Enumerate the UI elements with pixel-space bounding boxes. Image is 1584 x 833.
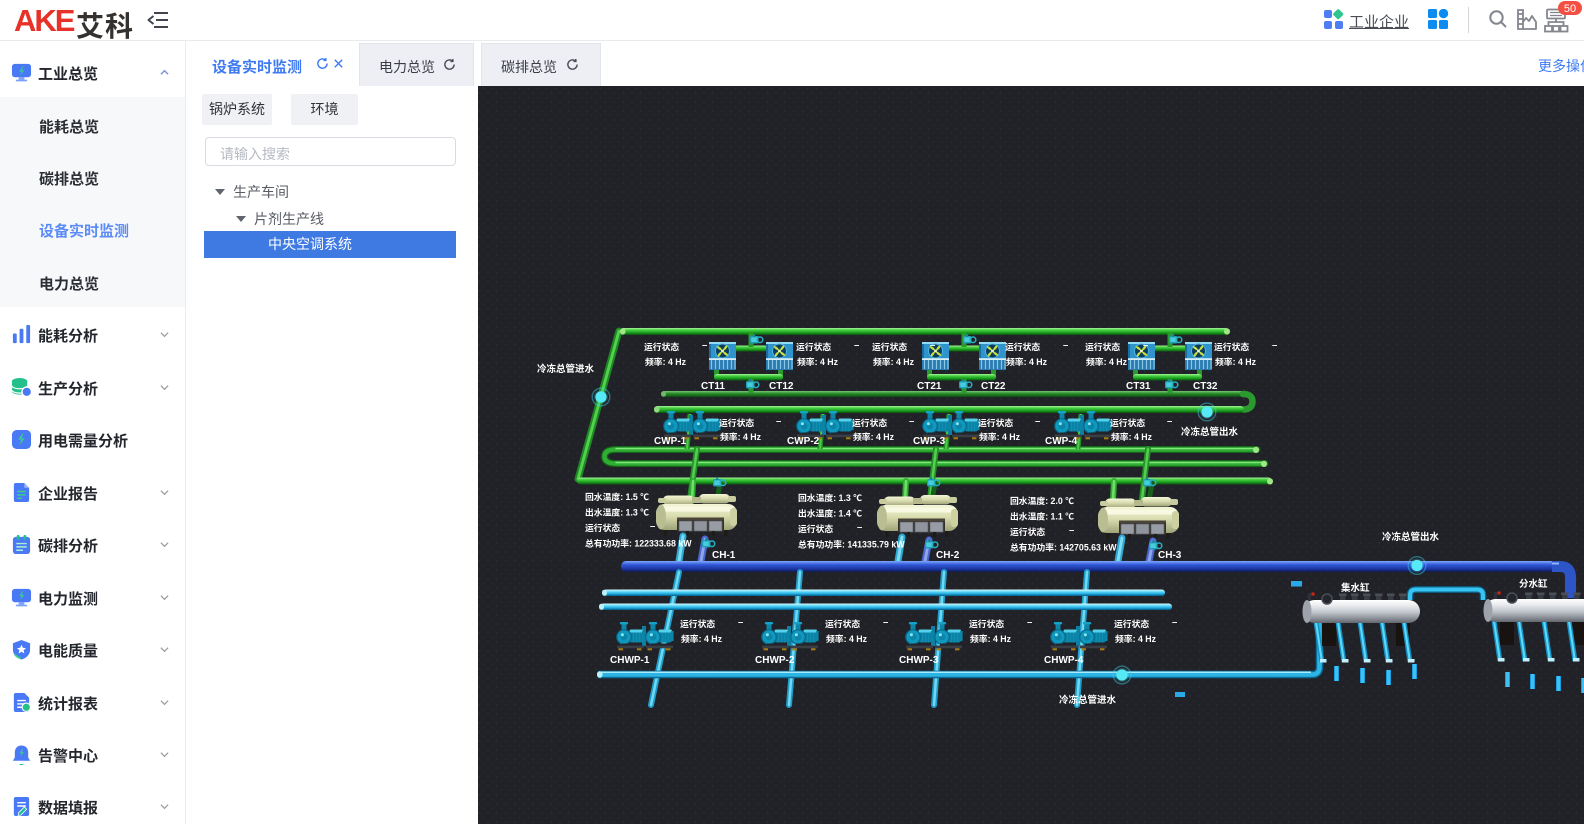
svg-text:–: – [650, 518, 655, 532]
svg-text:频率: 4 Hz: 频率: 4 Hz [853, 430, 895, 443]
svg-text:运行状态: 运行状态 [825, 617, 860, 630]
svg-text:CT32: CT32 [1193, 377, 1218, 392]
svg-text:运行状态: 运行状态 [969, 617, 1004, 630]
svg-text:频率: 4 Hz: 频率: 4 Hz [1215, 355, 1257, 368]
svg-text:运行状态: 运行状态 [585, 521, 620, 534]
svg-text:频率: 4 Hz: 频率: 4 Hz [1086, 355, 1128, 368]
svg-text:频率: 4 Hz: 频率: 4 Hz [681, 632, 723, 645]
svg-text:CWP-3: CWP-3 [913, 432, 946, 447]
svg-text:频率: 4 Hz: 频率: 4 Hz [797, 355, 839, 368]
svg-text:–: – [738, 614, 743, 628]
svg-text:频率: 4 Hz: 频率: 4 Hz [1111, 430, 1153, 443]
svg-text:运行状态: 运行状态 [1085, 340, 1120, 353]
svg-text:–: – [854, 337, 859, 351]
svg-text:CHWP-2: CHWP-2 [755, 651, 795, 666]
svg-text:–: – [930, 337, 935, 351]
svg-text:频率: 4 Hz: 频率: 4 Hz [645, 355, 687, 368]
svg-text:冷冻总管进水: 冷冻总管进水 [537, 361, 595, 375]
svg-text:CWP-4: CWP-4 [1045, 432, 1078, 447]
svg-text:CT11: CT11 [701, 377, 725, 392]
svg-text:–: – [883, 614, 888, 628]
svg-text:频率: 4 Hz: 频率: 4 Hz [979, 430, 1021, 443]
svg-text:运行状态: 运行状态 [852, 416, 887, 429]
svg-text:冷冻总管出水: 冷冻总管出水 [1181, 424, 1239, 438]
svg-text:分水缸: 分水缸 [1519, 576, 1548, 590]
svg-text:CHWP-3: CHWP-3 [899, 651, 939, 666]
svg-text:集水缸: 集水缸 [1341, 580, 1370, 594]
svg-text:–: – [857, 519, 862, 533]
svg-text:CWP-1: CWP-1 [654, 432, 687, 447]
svg-text:运行状态: 运行状态 [1010, 525, 1045, 538]
svg-text:运行状态: 运行状态 [1214, 340, 1249, 353]
svg-text:–: – [1272, 337, 1277, 351]
svg-text:出水温度: 1.4 ℃: 出水温度: 1.4 ℃ [798, 507, 862, 520]
svg-text:运行状态: 运行状态 [978, 416, 1013, 429]
svg-text:CT21: CT21 [917, 377, 942, 392]
svg-text:CHWP-1: CHWP-1 [610, 651, 650, 666]
svg-text:运行状态: 运行状态 [1005, 340, 1040, 353]
svg-text:–: – [1069, 522, 1074, 536]
svg-text:频率: 4 Hz: 频率: 4 Hz [970, 632, 1012, 645]
svg-text:–: – [776, 413, 781, 427]
svg-text:CH-2: CH-2 [936, 546, 960, 561]
svg-text:频率: 4 Hz: 频率: 4 Hz [720, 430, 762, 443]
svg-text:CT12: CT12 [769, 377, 794, 392]
svg-text:–: – [1027, 614, 1032, 628]
svg-text:冷冻总管进水: 冷冻总管进水 [1059, 692, 1117, 706]
svg-text:运行状态: 运行状态 [644, 340, 679, 353]
svg-text:频率: 4 Hz: 频率: 4 Hz [873, 355, 915, 368]
svg-text:运行状态: 运行状态 [680, 617, 715, 630]
svg-text:CT31: CT31 [1126, 377, 1151, 392]
svg-text:总有功功率: 141335.79 kW: 总有功功率: 141335.79 kW [798, 538, 905, 551]
svg-text:频率: 4 Hz: 频率: 4 Hz [1115, 632, 1157, 645]
svg-text:CH-3: CH-3 [1158, 546, 1182, 561]
svg-text:CWP-2: CWP-2 [787, 432, 820, 447]
svg-text:出水温度: 1.1 ℃: 出水温度: 1.1 ℃ [1010, 510, 1074, 523]
svg-text:运行状态: 运行状态 [1110, 416, 1145, 429]
svg-text:–: – [1143, 337, 1148, 351]
svg-text:–: – [1035, 413, 1040, 427]
svg-text:–: – [909, 413, 914, 427]
svg-text:–: – [1172, 614, 1177, 628]
svg-text:运行状态: 运行状态 [719, 416, 754, 429]
svg-text:总有功功率: 122333.68 kW: 总有功功率: 122333.68 kW [585, 537, 692, 550]
svg-text:运行状态: 运行状态 [1114, 617, 1149, 630]
svg-text:冷冻总管出水: 冷冻总管出水 [1382, 529, 1440, 543]
svg-text:CT22: CT22 [981, 377, 1006, 392]
svg-text:–: – [1063, 337, 1068, 351]
svg-text:–: – [702, 337, 707, 351]
svg-text:运行状态: 运行状态 [796, 340, 831, 353]
svg-text:–: – [1167, 413, 1172, 427]
svg-text:CHWP-4: CHWP-4 [1044, 651, 1084, 666]
svg-text:回水温度: 1.3 ℃: 回水温度: 1.3 ℃ [798, 491, 862, 504]
svg-text:回水温度: 1.5 ℃: 回水温度: 1.5 ℃ [585, 490, 649, 503]
svg-text:回水温度: 2.0 ℃: 回水温度: 2.0 ℃ [1010, 494, 1074, 507]
svg-text:运行状态: 运行状态 [872, 340, 907, 353]
svg-text:频率: 4 Hz: 频率: 4 Hz [1006, 355, 1048, 368]
svg-text:总有功功率: 142705.63 kW: 总有功功率: 142705.63 kW [1010, 541, 1117, 554]
svg-text:运行状态: 运行状态 [798, 522, 833, 535]
svg-text:频率: 4 Hz: 频率: 4 Hz [826, 632, 868, 645]
svg-text:出水温度: 1.3 ℃: 出水温度: 1.3 ℃ [585, 506, 649, 519]
svg-text:CH-1: CH-1 [712, 546, 736, 561]
